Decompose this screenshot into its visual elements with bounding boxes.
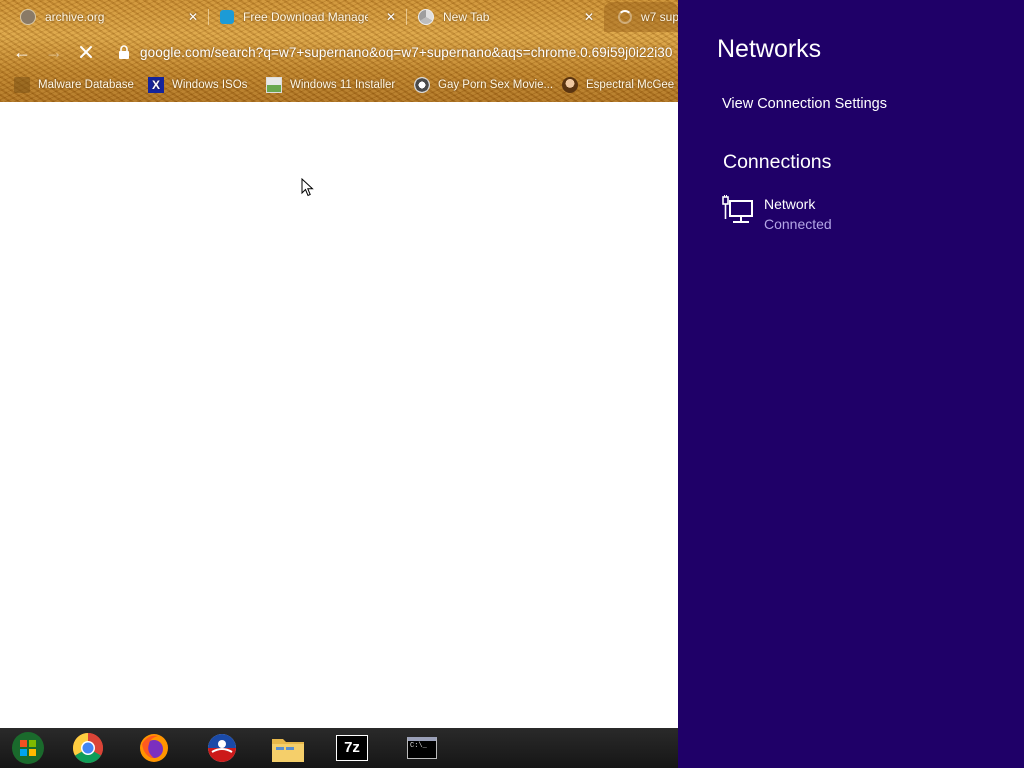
tab-title: New Tab	[443, 10, 490, 24]
bookmark-favicon-icon	[14, 77, 30, 93]
taskbar-firefox[interactable]	[126, 730, 182, 766]
mouse-cursor-icon	[301, 178, 314, 197]
connection-status: Connected	[764, 216, 832, 232]
taskbar-file-explorer[interactable]	[260, 730, 316, 766]
bookmark-malware-database[interactable]: Malware Database	[14, 75, 134, 95]
connection-name: Network	[764, 196, 816, 212]
file-explorer-icon	[272, 739, 304, 762]
taskbar-7zip[interactable]: 7z	[324, 730, 380, 766]
stop-button[interactable]	[74, 40, 98, 64]
tab-title: w7 supe	[641, 10, 678, 24]
fdm-icon	[220, 10, 234, 24]
close-icon[interactable]: ✕	[386, 10, 396, 24]
browser-window: archive.org ✕ Free Download Manager - ✕ …	[0, 0, 678, 728]
bookmark-site[interactable]: Gay Porn Sex Movie...	[414, 75, 553, 95]
tab-search-active[interactable]: w7 supe	[604, 2, 678, 32]
back-arrow-icon: ←	[13, 42, 31, 62]
stop-icon	[80, 46, 92, 58]
bookmark-windows-11-installer[interactable]: Windows 11 Installer	[266, 75, 395, 95]
close-icon[interactable]: ✕	[584, 10, 594, 24]
lock-icon	[119, 45, 129, 59]
bookmark-label: Windows 11 Installer	[290, 79, 396, 91]
tab-title: archive.org	[45, 10, 105, 24]
networks-panel: Networks View Connection Settings Connec…	[678, 0, 1024, 768]
opera-icon	[208, 734, 236, 762]
url-text[interactable]: google.com/search?q=w7+supernano&oq=w7+s…	[140, 45, 673, 60]
site-favicon-icon	[414, 77, 430, 93]
image-icon	[266, 77, 282, 93]
tab-new-tab[interactable]: New Tab ✕	[398, 2, 604, 32]
bookmark-label: Malware Database	[38, 79, 134, 91]
bookmark-label: Espectral McGee	[586, 79, 675, 91]
chrome-icon	[418, 9, 434, 25]
bookmark-label: Windows ISOs	[172, 79, 248, 91]
x-logo-icon: X	[148, 77, 164, 93]
firefox-icon	[140, 734, 168, 762]
address-bar[interactable]: google.com/search?q=w7+supernano&oq=w7+s…	[106, 38, 686, 66]
bookmark-windows-isos[interactable]: X Windows ISOs	[148, 75, 247, 95]
tab-title: Free Download Manager -	[243, 10, 368, 24]
command-prompt-icon: C:\_	[407, 737, 437, 759]
wired-network-icon	[722, 195, 753, 223]
connections-heading: Connections	[723, 151, 832, 173]
connection-item-network[interactable]: Network Connected	[722, 193, 1012, 237]
view-connection-settings-link[interactable]: View Connection Settings	[722, 96, 887, 112]
start-orb-icon	[12, 732, 44, 764]
globe-icon	[20, 9, 36, 25]
avatar-favicon-icon	[562, 77, 578, 93]
forward-button[interactable]: →	[42, 40, 66, 64]
browser-frame: archive.org ✕ Free Download Manager - ✕ …	[0, 0, 678, 102]
7zip-icon: 7z	[336, 735, 368, 761]
tab-strip: archive.org ✕ Free Download Manager - ✕ …	[0, 0, 678, 34]
browser-toolbar: ← → google.com/search?q=w7+supernano&oq=…	[0, 34, 678, 70]
tab-archive[interactable]: archive.org ✕	[0, 2, 208, 32]
forward-arrow-icon: →	[45, 42, 63, 62]
chrome-icon	[72, 733, 104, 764]
loading-icon	[618, 10, 632, 24]
tab-free-download-manager[interactable]: Free Download Manager - ✕	[200, 2, 406, 32]
back-button[interactable]: ←	[10, 40, 34, 64]
taskbar: 7z C:\_	[0, 728, 678, 768]
bookmarks-bar: Malware Database X Windows ISOs Windows …	[0, 70, 678, 100]
page-content	[0, 102, 678, 728]
panel-title: Networks	[717, 35, 822, 63]
bookmark-espectral-mcgee[interactable]: Espectral McGee	[562, 75, 674, 95]
taskbar-chrome[interactable]	[60, 730, 116, 766]
bookmark-label: Gay Porn Sex Movie...	[438, 79, 554, 91]
taskbar-opera[interactable]	[194, 730, 250, 766]
start-button[interactable]	[0, 730, 56, 766]
taskbar-command-prompt[interactable]: C:\_	[394, 730, 450, 766]
close-icon[interactable]: ✕	[188, 10, 198, 24]
